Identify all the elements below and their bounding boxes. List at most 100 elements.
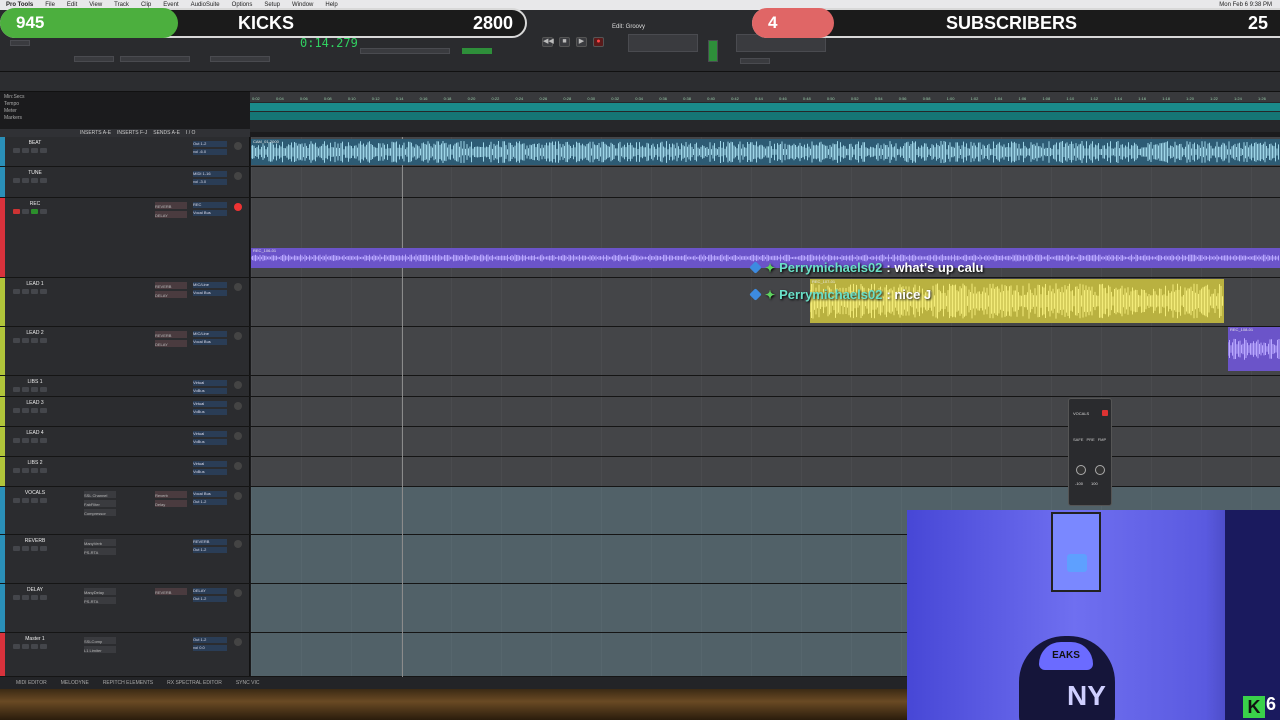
record-enable-icon[interactable] [234,432,242,440]
io-selector[interactable]: Out 1-2 [193,547,227,553]
send-slot[interactable]: REVERB [155,202,187,209]
send-slot[interactable]: DELAY [155,211,187,218]
fmp-button[interactable]: FMP [1098,437,1106,442]
zoom-buttons[interactable] [74,56,114,62]
track-playlist-lane[interactable] [251,167,1280,197]
io-selector[interactable]: REC [193,202,227,208]
send-slot[interactable]: REVERB [155,282,187,289]
solo-button[interactable] [31,438,38,443]
input-monitor-button[interactable] [22,387,29,392]
track-lead-2[interactable]: LEAD 2 REVERB DELAY MIC/Line Vocal Bus [0,327,1280,376]
mute-button[interactable] [40,289,47,294]
track-playlist-lane[interactable] [251,397,1280,426]
track-name[interactable]: BEAT [16,140,54,146]
markers-ruler[interactable] [250,121,1280,131]
io-selector[interactable]: Vocal Bus [193,290,227,296]
solo-button[interactable] [31,387,38,392]
io-selector[interactable]: vol -3.0 [193,179,227,185]
record-enable-icon[interactable] [234,332,242,340]
close-icon[interactable] [1102,410,1108,416]
track-header[interactable]: REVERB ManyVerb PS-RTA REVERB Out 1-2 [0,535,250,583]
audio-clip[interactable]: CAM_01-2000 [251,139,1280,165]
track-header[interactable]: VOCALS SSL Channel FabFilter Compressor Reve… [0,487,250,534]
input-monitor-button[interactable] [22,338,29,343]
solo-button[interactable] [31,468,38,473]
input-monitor-button[interactable] [22,408,29,413]
input-monitor-button[interactable] [22,438,29,443]
track-header[interactable]: DELAY ManyDelay PS-RTA REVERB DELAY Out 1-2 [0,584,250,632]
track-libs-1[interactable]: LIBS 1 Virtual VoBus [0,376,1280,397]
insert-slot[interactable]: Compressor [84,509,116,516]
input-monitor-button[interactable] [22,148,29,153]
mute-button[interactable] [40,644,47,649]
insert-slot[interactable]: ManyVerb [84,539,116,546]
io-selector[interactable]: Out 1-2 [193,596,227,602]
insert-slot[interactable]: SSL Channel [84,491,116,498]
mute-button[interactable] [40,468,47,473]
zoom-preset[interactable] [740,58,770,64]
mute-button[interactable] [40,595,47,600]
record-enable-icon[interactable] [234,402,242,410]
insert-slot[interactable]: SSLComp [84,637,116,644]
mute-button[interactable] [40,338,47,343]
track-name[interactable]: LIBS 1 [16,379,54,385]
record-arm-button[interactable] [13,438,20,443]
input-monitor-button[interactable] [22,178,29,183]
record-arm-button[interactable] [13,546,20,551]
io-selector[interactable]: VoBus [193,439,227,445]
mute-button[interactable] [40,209,47,214]
record-enable-icon[interactable] [234,589,242,597]
io-selector[interactable]: Out 1-2 [193,141,227,147]
io-selector[interactable]: Vocal Bus [193,210,227,216]
insert-slot[interactable]: L1 Limiter [84,646,116,653]
io-selector[interactable]: MIC/Line [193,331,227,337]
track-name[interactable]: TUNE [16,170,54,176]
io-selector[interactable]: VoBus [193,469,227,475]
solo-button[interactable] [31,498,38,503]
mute-button[interactable] [40,387,47,392]
tab-sync-vic[interactable]: SYNC VIC [236,680,260,686]
tab-repitch[interactable]: REPITCH ELEMENTS [103,680,153,686]
io-selector[interactable]: Out 1-2 [193,499,227,505]
track-name[interactable]: LEAD 1 [16,281,54,287]
input-monitor-button[interactable] [22,546,29,551]
track-header[interactable]: LEAD 4 Virtual VoBus [0,427,250,456]
io-selector[interactable]: REVERB [193,539,227,545]
main-counter[interactable]: 0:14.279 [300,36,358,50]
record-enable-icon[interactable] [234,381,242,389]
record-enable-icon[interactable] [234,540,242,548]
record-arm-button[interactable] [13,338,20,343]
input-monitor-button[interactable] [22,468,29,473]
track-tune[interactable]: TUNE MIDI 1-16 vol -3.0 [0,167,1280,198]
tempo-ruler[interactable] [250,103,1280,111]
track-name[interactable]: DELAY [16,587,54,593]
tab-rx-spectral[interactable]: RX SPECTRAL EDITOR [167,680,222,686]
tab-midi-editor[interactable]: MIDI EDITOR [16,680,47,686]
io-selector[interactable]: Virtual [193,380,227,386]
timeline-ruler[interactable]: 0:02 0:04 0:06 0:08 0:10 0:12 0:14 0:16 0:18 0:20… [250,92,1280,132]
input-monitor-button[interactable] [22,289,29,294]
edit-tools[interactable] [120,56,190,62]
record-arm-button[interactable] [13,595,20,600]
rewind-icon[interactable]: ◀◀ [542,37,554,47]
io-selector[interactable]: MIC/Line [193,282,227,288]
mute-button[interactable] [40,498,47,503]
io-selector[interactable]: Vocal Bus [193,491,227,497]
solo-button[interactable] [31,644,38,649]
io-selector[interactable]: Virtual [193,431,227,437]
input-monitor-button[interactable] [22,209,29,214]
track-playlist-lane[interactable] [251,376,1280,396]
track-name[interactable]: VOCALS [16,490,54,496]
solo-button[interactable] [31,408,38,413]
input-monitor-button[interactable] [22,498,29,503]
mute-button[interactable] [40,148,47,153]
send-slot[interactable]: DELAY [155,340,187,347]
track-playlist-lane[interactable] [251,427,1280,456]
track-header[interactable]: Master 1 SSLComp L1 Limiter Out 1-2 vol 0.0 [0,633,250,676]
record-arm-button[interactable] [13,498,20,503]
track-name[interactable]: LEAD 2 [16,330,54,336]
track-header[interactable]: TUNE MIDI 1-16 vol -3.0 [0,167,250,197]
send-slot[interactable]: REVERB [155,331,187,338]
insert-slot[interactable]: FabFilter [84,500,116,507]
mute-button[interactable] [40,546,47,551]
